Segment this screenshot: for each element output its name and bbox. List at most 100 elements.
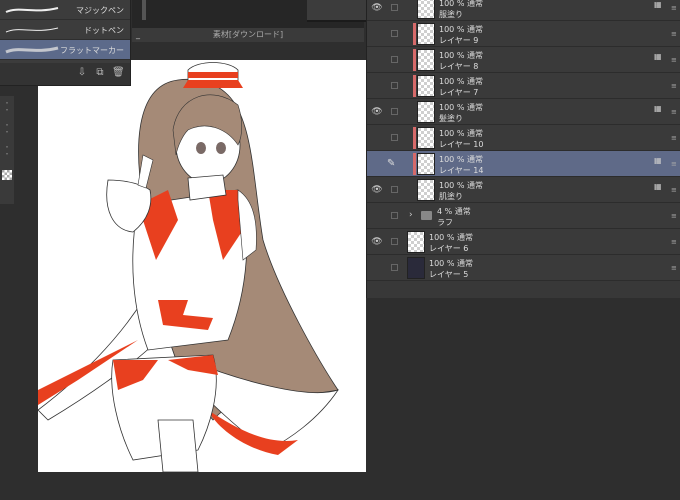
layer-name: レイヤー 9 [439, 36, 479, 45]
spinner-icon[interactable]: ˄ ˅ [2, 124, 12, 138]
layer-name: レイヤー 8 [439, 62, 479, 71]
drag-handle-icon[interactable]: ≡ [671, 57, 677, 64]
layer-name: レイヤー 10 [439, 140, 484, 149]
folder-icon [421, 211, 432, 220]
layer-thumbnail [417, 0, 435, 19]
visibility-eye-icon[interactable] [371, 133, 383, 143]
drag-handle-icon[interactable]: ≡ [671, 83, 677, 90]
layer-property-icon: ▦ [654, 156, 662, 165]
drag-handle-icon[interactable]: ≡ [671, 187, 677, 194]
lock-checkbox[interactable] [391, 264, 398, 271]
layer-thumbnail [417, 127, 435, 149]
drag-handle-icon[interactable]: ≡ [671, 239, 677, 246]
drag-handle-icon[interactable]: ≡ [671, 161, 677, 168]
visibility-eye-icon[interactable]: 👁 [371, 237, 383, 247]
clipping-marker [413, 127, 416, 149]
lock-checkbox[interactable] [391, 134, 398, 141]
layer-row[interactable]: 100 % 通常 レイヤー 7 ≡ [367, 73, 680, 99]
layer-thumbnail [417, 23, 435, 45]
layer-row[interactable]: 👁 100 % 通常 レイヤー 6 ≡ [367, 229, 680, 255]
drag-handle-icon[interactable]: ≡ [671, 265, 677, 272]
layer-row[interactable]: 100 % 通常 レイヤー 8 ▦ ≡ [367, 47, 680, 73]
layer-row[interactable]: › 4 % 通常 ラフ ≡ [367, 203, 680, 229]
visibility-eye-icon[interactable] [371, 159, 383, 169]
duplicate-icon[interactable]: ⧉ [94, 67, 106, 79]
brush-name: ドットペン [84, 26, 124, 35]
lock-checkbox[interactable] [391, 4, 398, 11]
visibility-eye-icon[interactable] [371, 55, 383, 65]
layer-thumbnail [417, 179, 435, 201]
layer-thumbnail [407, 231, 425, 253]
brush-item-magic-pen[interactable]: マジックペン [0, 0, 130, 20]
drag-handle-icon[interactable]: ≡ [671, 135, 677, 142]
layer-thumbnail [417, 49, 435, 71]
layer-row[interactable]: 👁 100 % 通常 服塗り ▦ ≡ [367, 0, 680, 21]
layer-row[interactable]: 100 % 通常 レイヤー 5 ≡ [367, 255, 680, 281]
layer-name: レイヤー 6 [429, 244, 469, 253]
canvas-title-bar: _ 素材[ダウンロード] [132, 28, 364, 42]
visibility-eye-icon[interactable] [371, 29, 383, 39]
visibility-eye-icon[interactable]: 👁 [371, 107, 383, 117]
illustration [38, 62, 339, 472]
layer-row[interactable]: 100 % 通常 レイヤー 9 ≡ [367, 21, 680, 47]
layer-thumbnail [417, 101, 435, 123]
lock-checkbox[interactable] [391, 82, 398, 89]
layer-property-icon: ▦ [654, 182, 662, 191]
layer-thumbnail [417, 153, 435, 175]
lock-checkbox[interactable] [391, 108, 398, 115]
layer-blend-mode: 100 % 通常 [439, 0, 483, 8]
brush-name: マジックペン [76, 6, 124, 15]
toolbar-divider [142, 0, 146, 20]
drag-handle-icon[interactable]: ≡ [671, 213, 677, 220]
brush-item-flat-marker[interactable]: フラットマーカー [0, 40, 130, 60]
top-toolbar [132, 0, 367, 28]
clipping-marker [413, 49, 416, 71]
layer-thumbnail [417, 75, 435, 97]
layer-blend-mode: 100 % 通常 [439, 77, 483, 86]
layer-thumbnail [407, 257, 425, 279]
minimize-button[interactable]: _ [136, 28, 140, 42]
drag-handle-icon[interactable]: ≡ [671, 5, 677, 12]
lock-checkbox[interactable] [391, 186, 398, 193]
spinner-icon[interactable]: ˄ ˅ [2, 146, 12, 160]
expand-chevron-icon[interactable]: › [409, 210, 413, 220]
layer-name: レイヤー 7 [439, 88, 479, 97]
lock-checkbox[interactable] [391, 56, 398, 63]
drag-handle-icon[interactable]: ≡ [671, 109, 677, 116]
drawing-canvas[interactable] [38, 60, 366, 472]
layer-property-icon: ▦ [654, 104, 662, 113]
layer-row[interactable]: 👁 100 % 通常 髪塗り ▦ ≡ [367, 99, 680, 125]
layer-row[interactable]: 100 % 通常 レイヤー 10 ≡ [367, 125, 680, 151]
lock-checkbox[interactable] [391, 212, 398, 219]
layer-name: 髪塗り [439, 114, 463, 123]
brush-stroke-preview [5, 7, 59, 13]
brush-stroke-preview [5, 27, 59, 33]
layer-row[interactable]: ✎ 100 % 通常 レイヤー 14 ▦ ≡ [367, 151, 680, 177]
visibility-eye-icon[interactable] [371, 81, 383, 91]
transparent-color-swatch[interactable] [2, 170, 12, 180]
spinner-icon[interactable]: ˄ ˅ [2, 102, 12, 116]
drag-handle-icon[interactable]: ≡ [671, 31, 677, 38]
lock-checkbox[interactable] [391, 238, 398, 245]
trash-icon[interactable]: 🗑 [112, 67, 125, 79]
layer-name: レイヤー 14 [439, 166, 484, 175]
layer-blend-mode: 100 % 通常 [439, 51, 483, 60]
import-icon[interactable]: ⇩ [76, 67, 88, 79]
toolbar-slot[interactable] [307, 0, 367, 22]
lock-checkbox[interactable] [391, 30, 398, 37]
clipping-marker [413, 75, 416, 97]
clip-studio-window: _ 素材[ダウンロード] マジックペン ドットペン フラットマーカー ⇩ ⧉ 🗑… [0, 0, 680, 500]
visibility-eye-icon[interactable] [371, 263, 383, 273]
layer-name: 肌塗り [439, 192, 463, 201]
brush-list-panel: マジックペン ドットペン フラットマーカー ⇩ ⧉ 🗑 [0, 0, 131, 86]
brush-tools-bar: ⇩ ⧉ 🗑 [0, 63, 130, 85]
brush-item-dot-pen[interactable]: ドットペン [0, 20, 130, 40]
visibility-eye-icon[interactable]: 👁 [371, 185, 383, 195]
layer-property-icon: ▦ [654, 52, 662, 61]
brush-stroke-preview [5, 46, 59, 54]
layer-name: ラフ [437, 218, 453, 227]
layer-row[interactable]: 👁 100 % 通常 肌塗り ▦ ≡ [367, 177, 680, 203]
visibility-eye-icon[interactable] [371, 211, 383, 221]
visibility-eye-icon[interactable]: 👁 [371, 3, 383, 13]
layer-blend-mode: 100 % 通常 [439, 103, 483, 112]
